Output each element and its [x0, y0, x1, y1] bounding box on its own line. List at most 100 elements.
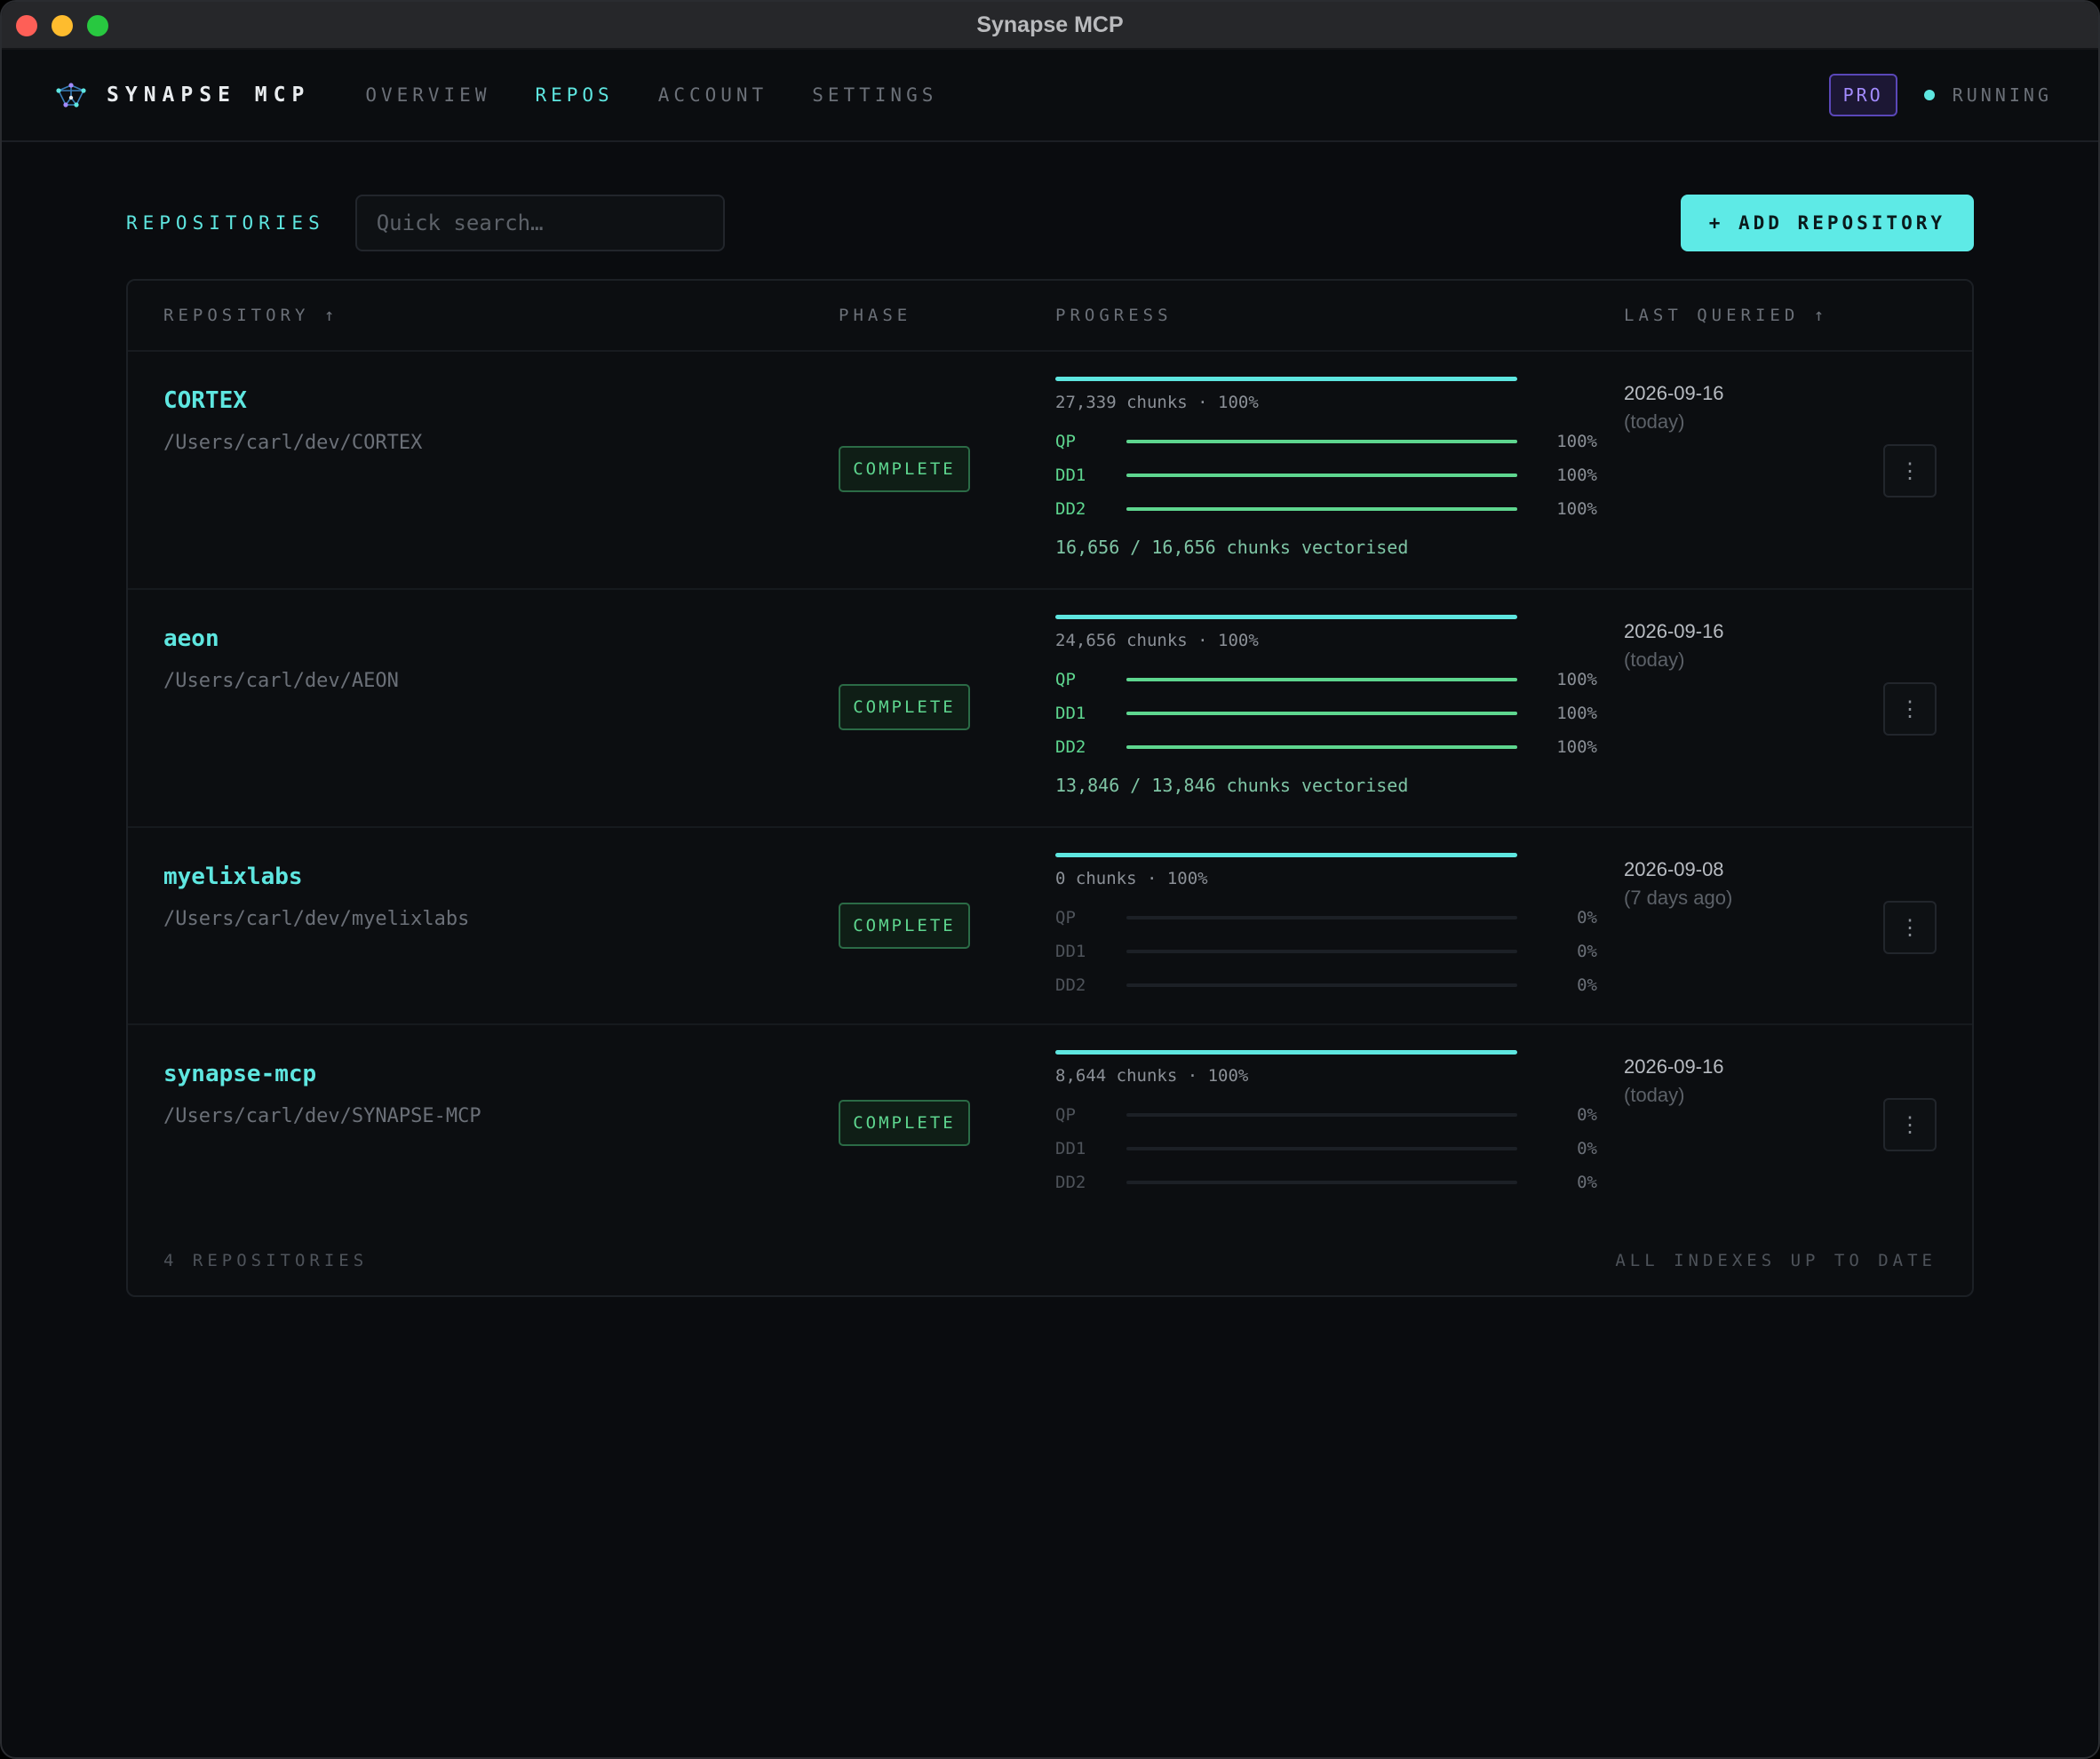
table-header: REPOSITORY ↑ PHASE PROGRESS LAST QUERIED… [128, 281, 1972, 352]
repo-path: /Users/carl/dev/AEON [163, 670, 399, 692]
sub-percent: 0% [1577, 908, 1597, 927]
sub-percent: 0% [1577, 1105, 1597, 1125]
sub-percent: 0% [1577, 942, 1597, 961]
top-nav: SYNAPSE MCP OVERVIEW REPOS ACCOUNT SETTI… [2, 50, 2098, 142]
sub-percent: 100% [1556, 499, 1597, 519]
progress-bar [1055, 1050, 1517, 1055]
table-row[interactable]: CORTEX /Users/carl/dev/CORTEX COMPLETE 2… [128, 352, 1972, 590]
more-vertical-icon: ⋮ [1899, 915, 1921, 940]
header-last-queried[interactable]: LAST QUERIED ↑ [1624, 306, 1828, 325]
brand-name: SYNAPSE MCP [107, 84, 311, 107]
close-window-button[interactable] [16, 15, 37, 36]
dd1-progress: DD1 100% [1055, 702, 1597, 728]
app-window: Synapse MCP SYNAPSE MCP OVERVIEW REPOS A… [0, 0, 2100, 1759]
last-queried-date: 2026-09-08 [1624, 858, 1724, 880]
sub-percent: 0% [1577, 1139, 1597, 1158]
row-menu-button[interactable]: ⋮ [1883, 444, 1937, 497]
last-queried-relative: (today) [1624, 1084, 1685, 1106]
header-repository[interactable]: REPOSITORY ↑ [163, 306, 338, 325]
dd2-fill [1126, 507, 1517, 511]
status-dot-icon [1923, 90, 1935, 100]
progress-bar [1055, 615, 1517, 619]
phase-badge: COMPLETE [839, 903, 970, 949]
dd2-progress: DD2 0% [1055, 974, 1597, 1000]
minimize-window-button[interactable] [52, 15, 73, 36]
last-queried-date: 2026-09-16 [1624, 382, 1724, 404]
sub-label: DD2 [1055, 499, 1086, 519]
table-row[interactable]: aeon /Users/carl/dev/AEON COMPLETE 24,65… [128, 590, 1972, 828]
vectorised-text: 16,656 / 16,656 chunks vectorised [1055, 537, 1409, 558]
row-menu-button[interactable]: ⋮ [1883, 1098, 1937, 1151]
last-queried-relative: (today) [1624, 410, 1685, 433]
sub-percent: 100% [1556, 704, 1597, 723]
nav-account[interactable]: ACCOUNT [658, 84, 768, 106]
brand[interactable]: SYNAPSE MCP [55, 82, 310, 108]
table-row[interactable]: synapse-mcp /Users/carl/dev/SYNAPSE-MCP … [128, 1025, 1972, 1222]
row-menu-button[interactable]: ⋮ [1883, 901, 1937, 954]
repo-name[interactable]: synapse-mcp [163, 1061, 316, 1087]
sub-percent: 0% [1577, 975, 1597, 995]
repo-name[interactable]: aeon [163, 625, 219, 652]
search-input[interactable] [354, 195, 725, 251]
dd2-fill [1126, 745, 1517, 749]
qp-progress: QP 100% [1055, 668, 1597, 695]
window-controls [16, 15, 108, 36]
repo-name[interactable]: myelixlabs [163, 864, 303, 890]
chunks-text: 0 chunks · 100% [1055, 869, 1208, 888]
sub-label: DD2 [1055, 1173, 1086, 1192]
dd1-progress: DD1 0% [1055, 1137, 1597, 1164]
repo-count: 4 REPOSITORIES [163, 1251, 369, 1270]
repositories-table: REPOSITORY ↑ PHASE PROGRESS LAST QUERIED… [126, 279, 1974, 1297]
row-menu-button[interactable]: ⋮ [1883, 682, 1937, 736]
zoom-window-button[interactable] [87, 15, 108, 36]
nav-status: PRO RUNNING [1828, 74, 2052, 116]
dd1-fill [1126, 712, 1517, 715]
dd1-fill [1126, 474, 1517, 477]
sub-percent: 100% [1556, 432, 1597, 451]
phase-badge: COMPLETE [839, 1100, 970, 1146]
dd2-progress: DD2 100% [1055, 736, 1597, 762]
qp-fill [1126, 678, 1517, 681]
repos-toolbar: REPOSITORIES + ADD REPOSITORY [126, 194, 1974, 252]
last-queried-date: 2026-09-16 [1624, 1055, 1724, 1078]
phase-badge: COMPLETE [839, 446, 970, 492]
phase-badge: COMPLETE [839, 684, 970, 730]
plan-badge: PRO [1828, 74, 1897, 116]
more-vertical-icon: ⋮ [1899, 1112, 1921, 1137]
sub-label: DD1 [1055, 942, 1086, 961]
header-phase: PHASE [839, 306, 912, 325]
qp-progress: QP 100% [1055, 430, 1597, 457]
repo-path: /Users/carl/dev/myelixlabs [163, 908, 470, 930]
progress-bar [1055, 853, 1517, 857]
repo-path: /Users/carl/dev/CORTEX [163, 432, 423, 454]
sub-percent: 100% [1556, 737, 1597, 757]
nav-settings[interactable]: SETTINGS [812, 84, 937, 106]
repo-name[interactable]: CORTEX [163, 387, 247, 414]
sub-label: DD2 [1055, 975, 1086, 995]
nav-repos[interactable]: REPOS [535, 84, 613, 106]
sub-label: QP [1055, 432, 1076, 451]
sub-percent: 100% [1556, 466, 1597, 485]
header-progress: PROGRESS [1055, 306, 1173, 325]
sub-label: QP [1055, 670, 1076, 689]
add-repository-button[interactable]: + ADD REPOSITORY [1680, 195, 1974, 251]
sub-label: QP [1055, 908, 1076, 927]
network-logo-icon [56, 83, 86, 107]
index-status: ALL INDEXES UP TO DATE [1615, 1251, 1937, 1270]
window-title: Synapse MCP [976, 12, 1124, 37]
sub-label: QP [1055, 1105, 1076, 1125]
sub-percent: 0% [1577, 1173, 1597, 1192]
sub-label: DD1 [1055, 1139, 1086, 1158]
more-vertical-icon: ⋮ [1899, 696, 1921, 721]
table-row[interactable]: myelixlabs /Users/carl/dev/myelixlabs CO… [128, 828, 1972, 1025]
nav-overview[interactable]: OVERVIEW [365, 84, 490, 106]
dd1-progress: DD1 0% [1055, 940, 1597, 967]
status-text: RUNNING [1952, 84, 2052, 106]
chunks-text: 27,339 chunks · 100% [1055, 393, 1259, 412]
title-bar: Synapse MCP [2, 2, 2098, 50]
qp-fill [1126, 440, 1517, 443]
vectorised-text: 13,846 / 13,846 chunks vectorised [1055, 775, 1409, 796]
dd2-progress: DD2 100% [1055, 497, 1597, 524]
qp-progress: QP 0% [1055, 1103, 1597, 1130]
dd2-progress: DD2 0% [1055, 1171, 1597, 1198]
